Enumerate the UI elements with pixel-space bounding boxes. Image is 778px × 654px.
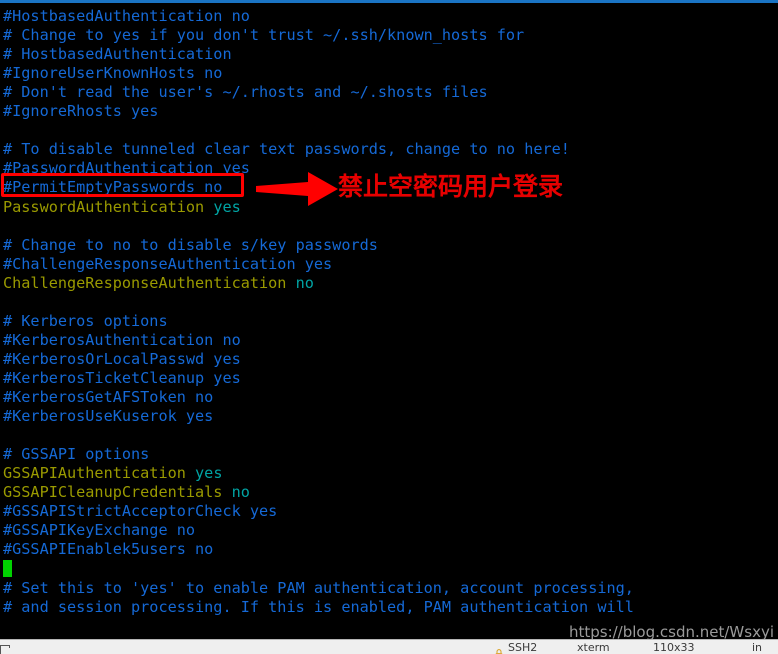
terminal-line: # Don't read the user's ~/.rhosts and ~/…	[3, 83, 488, 102]
config-value: no	[231, 483, 250, 502]
terminal-line: #GSSAPIEnablek5users no	[3, 540, 214, 559]
terminal-line: # GSSAPI options	[3, 445, 150, 464]
status-terminal-type: xterm	[577, 641, 610, 654]
terminal-line: GSSAPICleanupCredentials no	[3, 483, 250, 502]
status-tail: in	[752, 641, 763, 654]
config-value: no	[295, 273, 314, 292]
lock-icon	[495, 643, 503, 654]
terminal-line: ChallengeResponseAuthentication no	[3, 274, 314, 293]
terminal-line: # Kerberos options	[3, 311, 168, 330]
terminal-line: #KerberosGetAFSToken no	[3, 388, 214, 406]
right-arrow-icon	[256, 170, 338, 208]
terminal-line: #KerberosAuthentication no	[3, 330, 241, 349]
terminal-line: # Change to yes if you don't trust ~/.ss…	[3, 26, 525, 45]
terminal-line: # and session processing. If this is ena…	[3, 597, 634, 616]
config-directive: GSSAPICleanupCredentials	[3, 483, 232, 502]
terminal-line: #GSSAPIKeyExchange no	[3, 521, 196, 540]
status-window-size: 110x33	[653, 641, 695, 654]
terminal-line: PasswordAuthentication yes	[3, 198, 241, 217]
config-directive: PasswordAuthentication	[3, 197, 214, 216]
terminal-line: GSSAPIAuthentication yes	[3, 464, 222, 483]
status-protocol: SSH2	[508, 641, 538, 654]
config-directive: ChallengeResponseAuthentication	[3, 273, 296, 292]
terminal-line: #KerberosUseKuserok yes	[3, 407, 214, 426]
annotation-highlight-box	[1, 173, 244, 197]
terminal-line: #HostbasedAuthentication no	[3, 7, 250, 25]
status-bar: SSH2 xterm 110x33 in	[0, 639, 778, 654]
terminal-line: # Set this to 'yes' to enable PAM authen…	[3, 578, 634, 597]
terminal-line: #KerberosOrLocalPasswd yes	[3, 349, 241, 368]
terminal-line: #KerberosTicketCleanup yes	[3, 368, 241, 387]
terminal-line: # HostbasedAuthentication	[3, 45, 232, 64]
terminal-line: #ChallengeResponseAuthentication yes	[3, 254, 333, 273]
terminal-line: #IgnoreRhosts yes	[3, 102, 159, 121]
terminal-line: # To disable tunneled clear text passwor…	[3, 140, 570, 159]
config-value: yes	[213, 197, 241, 216]
terminal-line: #IgnoreUserKnownHosts no	[3, 64, 223, 83]
terminal-line: #GSSAPIStrictAcceptorCheck yes	[3, 502, 278, 521]
terminal-output[interactable]: #HostbasedAuthentication no # Change to y…	[0, 3, 778, 639]
terminal-cursor	[3, 560, 12, 578]
annotation-text: 禁止空密码用户登录	[338, 172, 564, 201]
config-directive: GSSAPIAuthentication	[3, 464, 196, 483]
terminal-line: # Change to no to disable s/key password…	[3, 235, 378, 254]
config-value: yes	[195, 464, 223, 483]
resize-icon	[0, 640, 10, 654]
